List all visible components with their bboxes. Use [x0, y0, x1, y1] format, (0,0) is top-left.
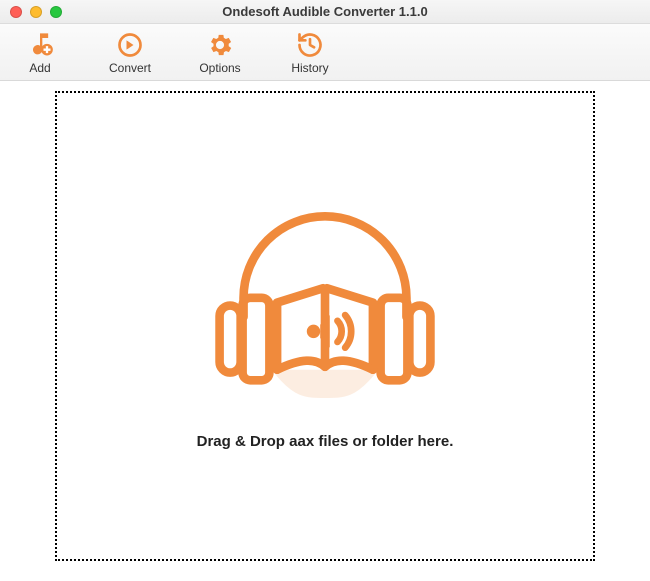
options-button[interactable]: Options	[190, 31, 250, 75]
add-button[interactable]: Add	[10, 31, 70, 75]
history-button[interactable]: History	[280, 31, 340, 75]
history-label: History	[291, 61, 328, 75]
content-area: Drag & Drop aax files or folder here.	[0, 81, 650, 581]
window-title: Ondesoft Audible Converter 1.1.0	[0, 4, 650, 19]
titlebar: Ondesoft Audible Converter 1.1.0	[0, 0, 650, 24]
toolbar: Add Convert Options History	[0, 24, 650, 81]
drop-zone[interactable]: Drag & Drop aax files or folder here.	[55, 91, 595, 561]
add-music-icon	[26, 31, 54, 59]
options-label: Options	[199, 61, 240, 75]
history-icon	[296, 31, 324, 59]
maximize-window-button[interactable]	[50, 6, 62, 18]
minimize-window-button[interactable]	[30, 6, 42, 18]
add-label: Add	[29, 61, 50, 75]
window-controls	[0, 6, 62, 18]
convert-icon	[116, 31, 144, 59]
convert-button[interactable]: Convert	[100, 31, 160, 75]
audiobook-icon	[210, 202, 440, 403]
close-window-button[interactable]	[10, 6, 22, 18]
convert-label: Convert	[109, 61, 151, 75]
gear-icon	[206, 31, 234, 59]
drop-zone-message: Drag & Drop aax files or folder here.	[197, 433, 454, 450]
